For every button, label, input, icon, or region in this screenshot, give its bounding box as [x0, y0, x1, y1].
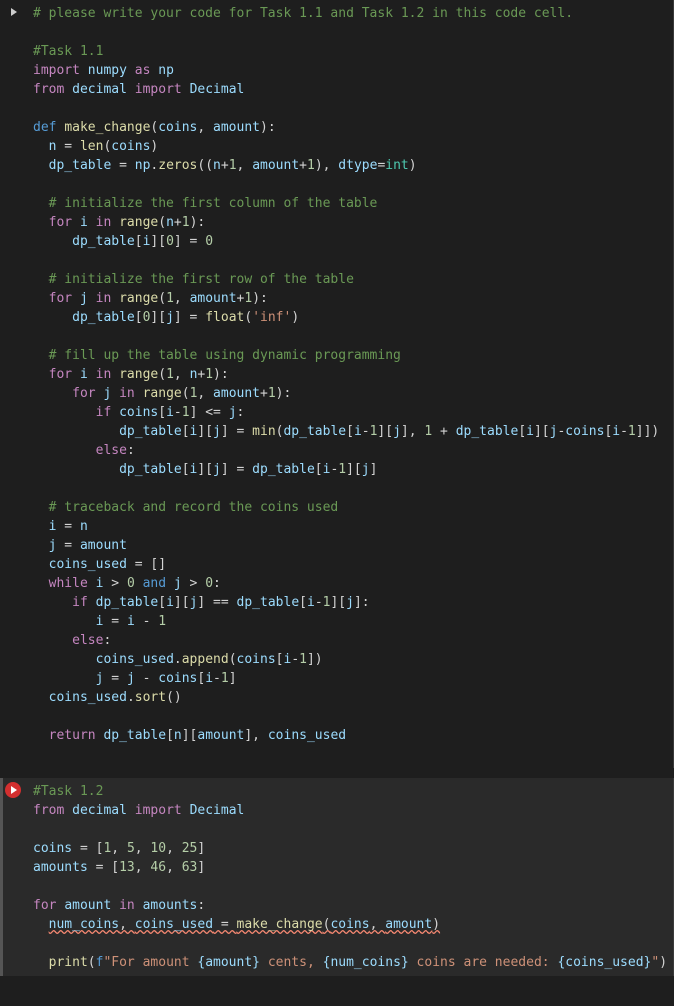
code-cell-1: # please write your code for Task 1.1 an… — [0, 0, 674, 768]
cell-gutter — [0, 778, 25, 976]
code-cell-2: #Task 1.2 from decimal import Decimal co… — [0, 778, 674, 976]
play-icon — [11, 786, 17, 794]
cell-gutter — [0, 0, 25, 768]
code-editor[interactable]: #Task 1.2 from decimal import Decimal co… — [25, 778, 674, 976]
run-cell-button[interactable] — [5, 4, 21, 20]
run-cell-button[interactable] — [5, 782, 21, 798]
code-editor[interactable]: # please write your code for Task 1.1 an… — [25, 0, 674, 768]
play-icon — [11, 8, 17, 16]
